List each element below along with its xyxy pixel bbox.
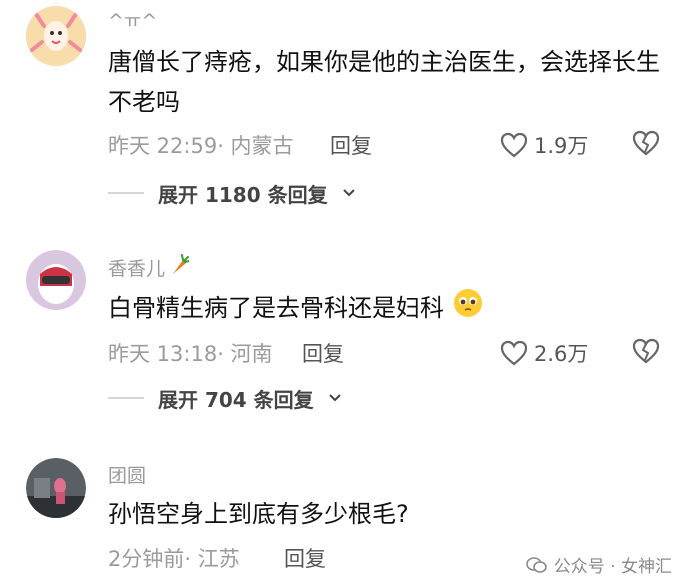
comment-text: 唐僧长了痔疮，如果你是他的主治医生，会选择长生不老吗	[108, 48, 660, 116]
pleading-face-emoji	[452, 287, 484, 331]
like-button[interactable]: 1.9万	[500, 130, 588, 160]
comment-meta: 昨天 13:18· 河南 回复 2.6万	[108, 338, 690, 368]
comment-time: 昨天 22:59· 内蒙古	[108, 134, 294, 158]
like-button[interactable]: 2.6万	[500, 338, 588, 368]
chevron-down-icon	[328, 394, 341, 402]
dislike-button[interactable]	[632, 338, 660, 369]
broken-heart-icon	[632, 130, 660, 156]
carrot-emoji	[169, 254, 191, 281]
comment-time: 昨天 13:18· 河南	[108, 342, 273, 366]
divider	[108, 397, 144, 399]
username[interactable]: ^ㅠ^	[108, 6, 157, 33]
comment-text: 白骨精生病了是去骨科还是妇科	[108, 287, 668, 331]
like-count: 2.6万	[534, 342, 589, 366]
watermark: 公众号 · 女神汇	[525, 552, 672, 577]
reply-button[interactable]: 回复	[330, 130, 372, 160]
chevron-down-icon	[342, 189, 355, 197]
heart-outline-icon	[500, 340, 528, 366]
comment-text: 孙悟空身上到底有多少根毛?	[108, 500, 409, 528]
like-count: 1.9万	[534, 134, 589, 158]
broken-heart-icon	[632, 338, 660, 364]
comment-time: 2分钟前· 江苏	[108, 547, 240, 571]
avatar[interactable]	[26, 458, 86, 518]
avatar[interactable]	[26, 6, 86, 66]
dislike-button[interactable]	[632, 130, 660, 161]
wechat-icon	[525, 556, 547, 573]
divider	[108, 192, 144, 194]
reply-button[interactable]: 回复	[284, 543, 326, 573]
heart-outline-icon	[500, 132, 528, 158]
reply-button[interactable]: 回复	[302, 338, 344, 368]
username[interactable]: 团圆	[108, 461, 146, 488]
expand-replies-button[interactable]: 展开 704 条回复	[108, 383, 342, 413]
comment-meta: 昨天 22:59· 内蒙古 回复 1.9万	[108, 130, 690, 160]
avatar[interactable]	[26, 250, 86, 310]
expand-replies-button[interactable]: 展开 1180 条回复	[108, 178, 356, 208]
username[interactable]: 香香儿	[108, 254, 191, 281]
